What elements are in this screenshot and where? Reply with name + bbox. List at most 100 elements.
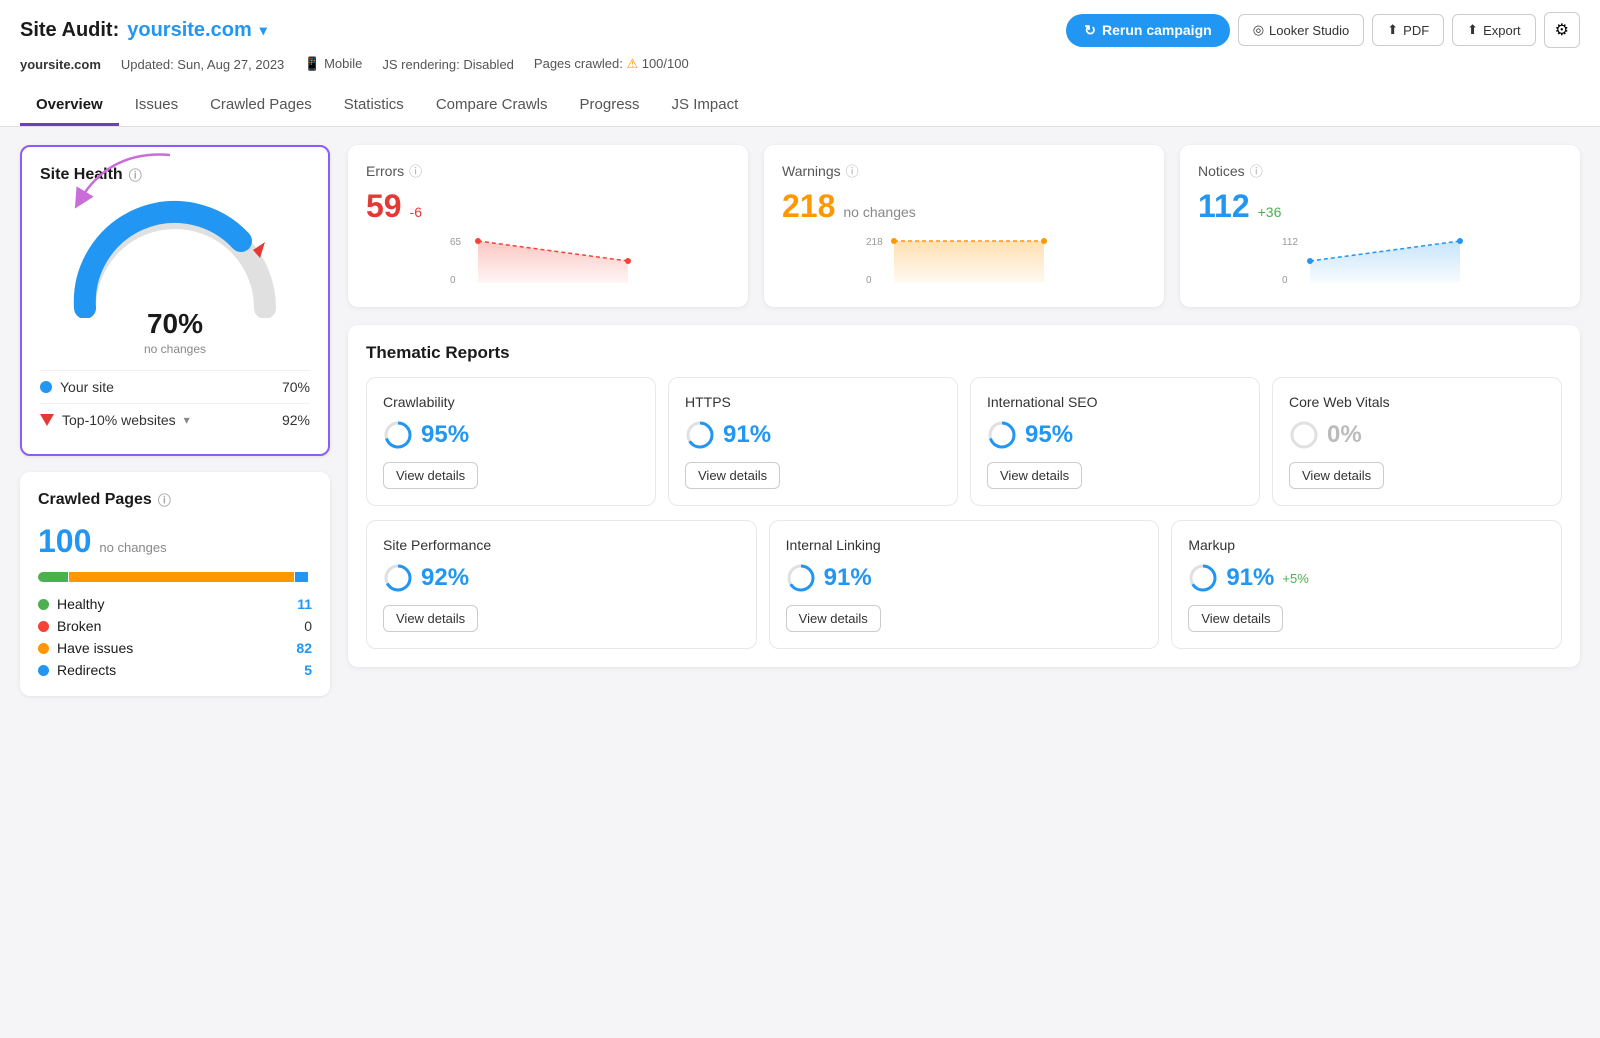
warnings-label: Warnings ⓘ	[782, 161, 1146, 180]
redirects-dot	[38, 665, 49, 676]
thematic-grid-row1: Crawlability 95% View details HTTPS	[366, 377, 1562, 506]
legend-healthy: Healthy 11	[38, 596, 312, 612]
warnings-chart: 218 0	[782, 233, 1146, 288]
svg-text:0: 0	[1282, 275, 1288, 286]
thematic-reports-title: Thematic Reports	[366, 343, 1562, 363]
markup-delta: +5%	[1282, 571, 1308, 586]
internal-linking-view-details[interactable]: View details	[786, 605, 881, 632]
broken-val: 0	[304, 618, 312, 634]
svg-text:218: 218	[866, 237, 883, 248]
notices-label: Notices ⓘ	[1198, 161, 1562, 180]
tab-progress[interactable]: Progress	[564, 86, 656, 126]
notices-chart: 112 0	[1198, 233, 1562, 288]
site-perf-val-row: 92%	[383, 563, 740, 593]
crawled-pages-info-icon[interactable]: ⓘ	[158, 490, 171, 509]
your-site-label: Your site	[60, 379, 114, 395]
notices-value-row: 112 +36	[1198, 188, 1562, 225]
site-dropdown-arrow[interactable]: ▾	[260, 22, 267, 39]
gauge-container: 70% no changes	[40, 198, 310, 356]
crawlability-view-details[interactable]: View details	[383, 462, 478, 489]
broken-dot	[38, 621, 49, 632]
issues-val[interactable]: 82	[296, 640, 312, 656]
looker-studio-button[interactable]: ◎ Looker Studio	[1238, 14, 1365, 46]
crawled-bar	[38, 572, 312, 582]
main-content: Site Health ⓘ 70% no changes	[0, 127, 1600, 714]
site-health-card: Site Health ⓘ 70% no changes	[20, 145, 330, 456]
https-view-details[interactable]: View details	[685, 462, 780, 489]
internal-linking-val-row: 91%	[786, 563, 1143, 593]
healthy-label: Healthy	[57, 596, 104, 612]
tab-statistics[interactable]: Statistics	[328, 86, 420, 126]
looker-icon: ◎	[1253, 22, 1264, 38]
settings-button[interactable]: ⚙	[1544, 12, 1580, 48]
export-button[interactable]: ⬆ Export	[1452, 14, 1535, 46]
gauge-center-text: 70% no changes	[144, 308, 206, 356]
gauge-subtext: no changes	[144, 342, 206, 356]
right-panel: Errors ⓘ 59 -6 65 0	[348, 145, 1580, 696]
thematic-internal-linking: Internal Linking 91% View details	[769, 520, 1160, 649]
site-perf-label: Site Performance	[383, 537, 740, 553]
rerun-button[interactable]: ↻ Rerun campaign	[1066, 14, 1229, 47]
gauge-percent: 70%	[144, 308, 206, 340]
legend-broken: Broken 0	[38, 618, 312, 634]
gauge-legend: Your site 70% Top-10% websites ▾ 92%	[40, 370, 310, 436]
core-web-vitals-label: Core Web Vitals	[1289, 394, 1545, 410]
errors-info-icon[interactable]: ⓘ	[409, 161, 422, 180]
top-actions: ↻ Rerun campaign ◎ Looker Studio ⬆ PDF ⬆…	[1066, 12, 1580, 48]
nav-tabs: Overview Issues Crawled Pages Statistics…	[20, 86, 1580, 126]
thematic-https: HTTPS 91% View details	[668, 377, 958, 506]
top10-label: Top-10% websites	[62, 412, 176, 428]
intl-seo-circle	[987, 420, 1017, 450]
top10-icon	[40, 414, 54, 426]
crawlability-val-row: 95%	[383, 420, 639, 450]
errors-label: Errors ⓘ	[366, 161, 730, 180]
site-perf-view-details[interactable]: View details	[383, 605, 478, 632]
tab-js-impact[interactable]: JS Impact	[656, 86, 755, 126]
redirects-val[interactable]: 5	[304, 662, 312, 678]
issues-label: Have issues	[57, 640, 133, 656]
notices-info-icon[interactable]: ⓘ	[1250, 161, 1263, 180]
tab-issues[interactable]: Issues	[119, 86, 194, 126]
errors-value: 59	[366, 188, 402, 225]
redirects-label: Redirects	[57, 662, 116, 678]
thematic-crawlability: Crawlability 95% View details	[366, 377, 656, 506]
svg-text:0: 0	[866, 275, 872, 286]
your-site-dot	[40, 381, 52, 393]
top10-dropdown[interactable]: ▾	[184, 413, 190, 427]
bar-healthy	[38, 572, 68, 582]
meta-pages-crawled: Pages crawled: ⚠ 100/100	[534, 56, 689, 72]
left-panel: Site Health ⓘ 70% no changes	[20, 145, 330, 696]
legend-top10: Top-10% websites ▾ 92%	[40, 403, 310, 436]
warnings-info-icon[interactable]: ⓘ	[846, 161, 859, 180]
crawlability-label: Crawlability	[383, 394, 639, 410]
markup-view-details[interactable]: View details	[1188, 605, 1283, 632]
top10-val: 92%	[282, 412, 310, 428]
stats-row: Errors ⓘ 59 -6 65 0	[348, 145, 1580, 307]
meta-row: yoursite.com Updated: Sun, Aug 27, 2023 …	[20, 56, 1580, 82]
site-audit-label: Site Audit:	[20, 19, 119, 42]
internal-linking-label: Internal Linking	[786, 537, 1143, 553]
legend-redirects: Redirects 5	[38, 662, 312, 678]
meta-device: 📱 Mobile	[304, 56, 362, 72]
markup-circle	[1188, 563, 1218, 593]
tab-crawled-pages[interactable]: Crawled Pages	[194, 86, 328, 126]
core-web-vitals-circle	[1289, 420, 1319, 450]
site-health-info-icon[interactable]: ⓘ	[129, 165, 142, 184]
errors-card: Errors ⓘ 59 -6 65 0	[348, 145, 748, 307]
svg-text:0: 0	[450, 275, 456, 286]
internal-linking-circle	[786, 563, 816, 593]
thematic-reports-card: Thematic Reports Crawlability 95% View d…	[348, 325, 1580, 667]
warnings-delta: no changes	[843, 204, 915, 220]
intl-seo-view-details[interactable]: View details	[987, 462, 1082, 489]
mobile-icon: 📱	[304, 56, 320, 71]
healthy-val[interactable]: 11	[297, 596, 312, 612]
crawled-legend: Healthy 11 Broken 0 Have issues	[38, 596, 312, 678]
tab-overview[interactable]: Overview	[20, 86, 119, 126]
site-name[interactable]: yoursite.com	[127, 19, 251, 42]
core-web-vitals-view-details[interactable]: View details	[1289, 462, 1384, 489]
upload-icon: ⬆	[1387, 22, 1398, 38]
tab-compare-crawls[interactable]: Compare Crawls	[420, 86, 564, 126]
intl-seo-val-row: 95%	[987, 420, 1243, 450]
pdf-button[interactable]: ⬆ PDF	[1372, 14, 1444, 46]
crawled-pages-title: Crawled Pages ⓘ	[38, 490, 312, 509]
